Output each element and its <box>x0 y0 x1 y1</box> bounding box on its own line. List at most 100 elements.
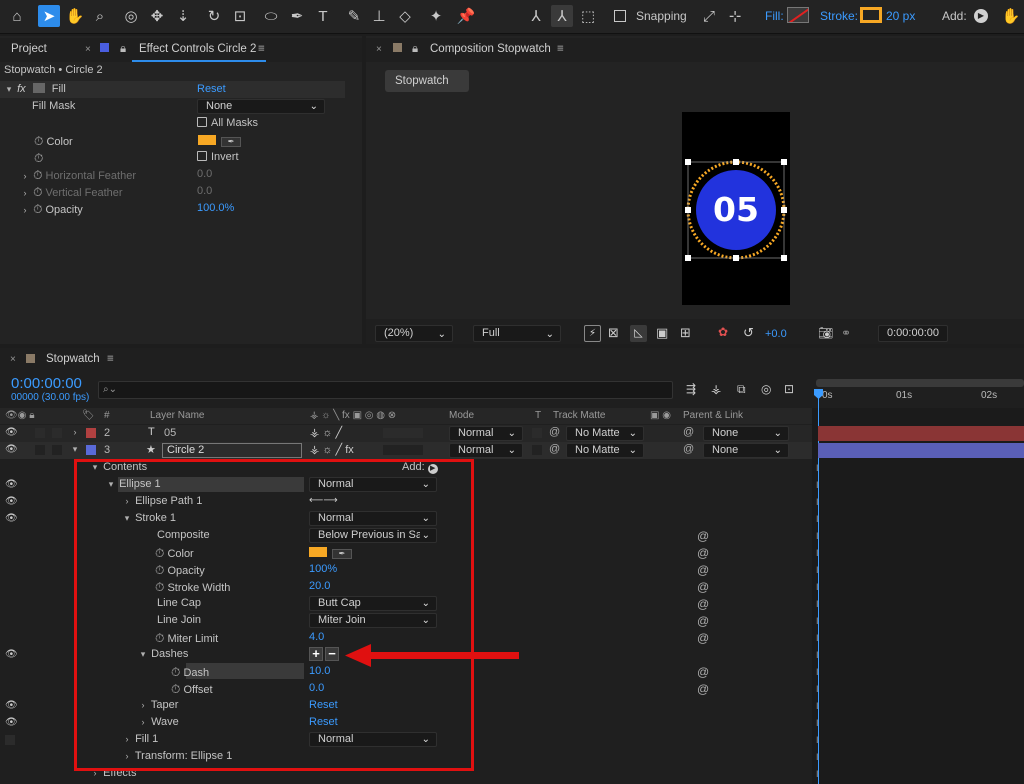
pickwhip-icon[interactable]: @ <box>697 546 709 560</box>
pickwhip-icon[interactable]: @ <box>697 580 709 594</box>
axis-local-icon[interactable]: ⅄ <box>525 5 547 27</box>
tab-composition[interactable]: Composition Stopwatch <box>430 43 551 55</box>
parent-dropdown[interactable]: None ⌄ <box>703 443 789 458</box>
parent-pickwhip-icon[interactable]: @ <box>683 426 694 438</box>
eyedropper-icon[interactable]: ✒ <box>221 137 242 147</box>
tab-project[interactable]: Project <box>11 43 47 55</box>
pickwhip-icon[interactable]: @ <box>549 426 560 438</box>
comp-mini-flowchart-icon[interactable]: ⇶ <box>686 382 696 396</box>
eraser-tool-icon[interactable]: ◇ <box>394 5 416 27</box>
layer-name[interactable]: 05 <box>164 427 176 439</box>
layer-row[interactable]: 👁︎ ▾ 3 ★ Circle 2 ⚶ ☼ ╱ fx Normal ⌄ @ No … <box>0 442 812 459</box>
mode-dropdown[interactable]: Normal ⌄ <box>449 426 523 441</box>
current-time[interactable]: 0:00:00:00 <box>11 375 82 392</box>
stopwatch-icon[interactable]: ⏱︎ <box>34 134 43 148</box>
lock-box[interactable] <box>52 428 62 438</box>
lock-icon[interactable]: 🔒︎ <box>412 43 418 56</box>
comp-subtab[interactable]: Stopwatch <box>385 70 469 92</box>
video-toggle-box[interactable] <box>5 735 15 745</box>
close-icon[interactable]: × <box>85 44 91 55</box>
orbit-camera-icon[interactable]: ◎ <box>120 5 142 27</box>
resolution-dropdown[interactable]: Full ⌄ <box>473 325 561 342</box>
pickwhip-icon[interactable]: @ <box>549 443 560 455</box>
selection-tool-icon[interactable]: ➤ <box>38 5 60 27</box>
pickwhip-icon[interactable]: @ <box>697 529 709 543</box>
axis-world-icon[interactable]: ⅄ <box>551 5 573 27</box>
pickwhip-icon[interactable]: @ <box>697 682 709 696</box>
ellipse-tool-icon[interactable]: ⬭ <box>260 5 282 27</box>
exposure-reset-icon[interactable]: ↺ <box>743 325 754 341</box>
layer-row[interactable]: 👁︎ › 2 T 05 ⚶ ☼ ╱ Normal ⌄ @ No Matte ⌄ @ … <box>0 425 812 442</box>
chevron-right-icon[interactable]: › <box>20 171 30 181</box>
stroke-width-value[interactable]: 20 px <box>886 9 915 23</box>
pan-camera-icon[interactable]: ✥ <box>146 5 168 27</box>
comp-canvas[interactable]: 05 <box>682 112 790 305</box>
graph-editor-icon[interactable]: ⊡ <box>784 382 794 396</box>
chevron-right-icon[interactable]: › <box>70 427 80 437</box>
zoom-dropdown[interactable]: (20%) ⌄ <box>375 325 453 342</box>
show-snapshot-icon[interactable]: ⚭ <box>841 326 851 340</box>
snap-edge-icon[interactable]: ⤢ <box>698 5 720 27</box>
guides-icon[interactable]: ⊞ <box>680 325 691 341</box>
axis-view-icon[interactable]: ⬚ <box>577 5 599 27</box>
eye-icon[interactable]: 👁︎ <box>5 700 18 711</box>
dolly-camera-icon[interactable]: ⇣ <box>172 5 194 27</box>
puppet-pin-icon[interactable]: 📌 <box>455 5 477 27</box>
pickwhip-icon[interactable]: @ <box>697 597 709 611</box>
solo-box[interactable] <box>35 428 45 438</box>
chevron-down-icon[interactable]: ▾ <box>4 84 14 95</box>
snap-grid-icon[interactable]: ⊹ <box>724 5 746 27</box>
lock-box[interactable] <box>52 445 62 455</box>
home-icon[interactable]: ⌂ <box>6 5 28 27</box>
clone-stamp-icon[interactable]: ⊥ <box>368 5 390 27</box>
tab-effect-controls[interactable]: Effect Controls Circle 2 <box>139 43 256 55</box>
grab-icon[interactable]: ✋ <box>1000 5 1022 27</box>
fast-previews-icon[interactable]: ⚡ <box>584 325 601 342</box>
lock-icon[interactable]: 🔒︎ <box>120 43 126 56</box>
preserve-transparency-box[interactable] <box>532 428 542 438</box>
effect-fx-row[interactable]: ▾ fx Fill <box>4 83 66 100</box>
tab-timeline[interactable]: Stopwatch <box>46 353 100 365</box>
label-color[interactable] <box>86 428 96 438</box>
eye-icon[interactable]: 👁︎ <box>5 496 18 507</box>
track-matte-dropdown[interactable]: No Matte ⌄ <box>566 443 644 458</box>
region-of-interest-icon[interactable]: ▣ <box>656 325 668 341</box>
close-icon[interactable]: × <box>10 354 16 365</box>
switch-boxes[interactable] <box>383 428 423 438</box>
fx-icon[interactable]: fx <box>17 83 26 95</box>
pickwhip-icon[interactable]: @ <box>697 631 709 645</box>
eye-icon[interactable]: 👁︎ <box>5 444 18 455</box>
eye-icon[interactable]: 👁︎ <box>5 513 18 524</box>
stroke-swatch[interactable] <box>860 7 882 23</box>
invert-checkbox[interactable]: Invert <box>197 151 239 168</box>
pickwhip-icon[interactable]: @ <box>697 665 709 679</box>
chevron-right-icon[interactable]: › <box>20 205 30 215</box>
panel-menu-icon[interactable]: ≡ <box>557 43 564 55</box>
parent-dropdown[interactable]: None ⌄ <box>703 426 789 441</box>
stopwatch-icon[interactable]: ⏱︎ <box>33 185 42 199</box>
all-masks-checkbox[interactable]: All Masks <box>197 117 258 134</box>
snapshot-icon[interactable]: 📷︎ <box>818 326 833 340</box>
checkbox-icon[interactable] <box>197 151 207 161</box>
fill-swatch[interactable] <box>787 7 809 23</box>
eye-icon[interactable]: 👁︎ <box>5 479 18 490</box>
pickwhip-icon[interactable]: @ <box>697 614 709 628</box>
stopwatch-icon[interactable]: ⏱︎ <box>33 168 42 182</box>
layer-search-input[interactable]: ⌕⌄ <box>98 381 673 399</box>
stopwatch-icon[interactable]: ⏱︎ <box>33 202 42 216</box>
snapping-checkbox[interactable] <box>614 10 626 22</box>
checkbox-icon[interactable] <box>197 117 207 127</box>
close-icon[interactable]: × <box>376 44 382 55</box>
zoom-tool-icon[interactable]: ⌕ <box>89 5 111 27</box>
timeline-track-area[interactable] <box>812 408 1024 784</box>
eye-icon[interactable]: 👁︎ <box>5 649 18 660</box>
channel-icon[interactable]: ✿ <box>718 325 728 339</box>
panel-menu-icon[interactable]: ≡ <box>258 43 265 55</box>
v-feather-value[interactable]: 0.0 <box>197 185 212 202</box>
h-feather-value[interactable]: 0.0 <box>197 168 212 185</box>
effect-toggle-icon[interactable] <box>32 83 45 93</box>
mask-visibility-icon[interactable]: ◺ <box>630 325 647 342</box>
stopwatch-icon[interactable]: ⏱︎ <box>34 151 43 165</box>
eye-icon[interactable]: 👁︎ <box>5 427 18 438</box>
panel-menu-icon[interactable]: ≡ <box>107 353 114 365</box>
